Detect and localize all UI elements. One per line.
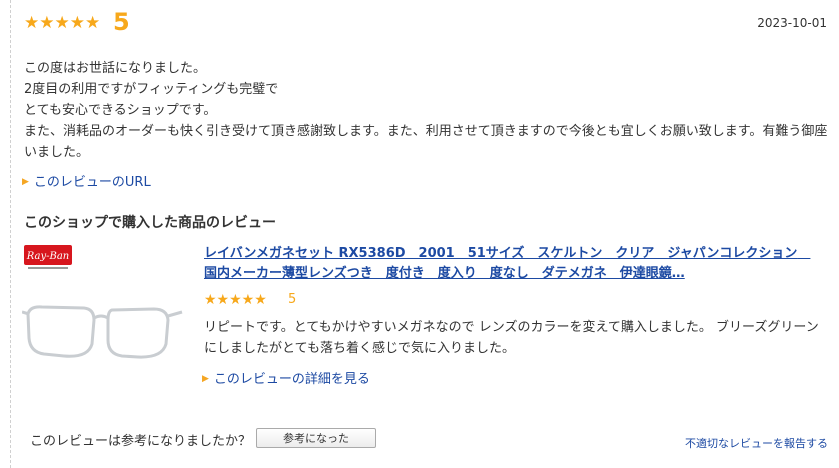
review-detail-link[interactable]: このレビューの詳細を見る [214,372,370,387]
review-line: とても安心できるショップです。 [24,103,217,118]
review-url-link[interactable]: このレビューのURL [34,175,151,190]
review-line: また、消耗品のオーダーも快く引き受けて頂き感謝致します。また、利用させて頂きます… [24,124,828,160]
review-line: 2度目の利用ですがフィッティングも完璧で [24,82,279,97]
product-review-text: リピートです。とてもかけやすいメガネなので レンズのカラーを変えて購入しました。… [204,320,819,356]
svg-text:Ray-Ban: Ray-Ban [26,251,70,262]
rayban-logo: Ray-Ban [24,245,72,269]
product-title-link[interactable]: レイバンメガネセット RX5386D 2001 51サイズ スケルトン クリア … [204,244,814,284]
triangle-bullet-icon: ▶ [22,177,29,187]
detail-link-row: ▶ このレビューの詳細を見る [202,370,370,389]
shop-reviews-heading: このショップで購入した商品のレビュー [24,215,276,231]
review-url-row: ▶ このレビューのURL [22,173,151,192]
helpful-question: このレビューは参考になりましたか？ [30,434,252,449]
helpful-button[interactable]: 参考になった [256,428,376,448]
review-date: 2023-10-01 [757,16,827,30]
review-line: この度はお世話になりました。 [24,61,207,76]
triangle-bullet-icon: ▶ [202,374,209,384]
product-rating-stars: ★★★★★ [204,292,267,308]
product-rating-value: 5 [288,292,297,307]
rating-stars: ★★★★★ [24,13,101,33]
glasses-product-image[interactable] [22,300,184,362]
review-body: この度はお世話になりました。 2度目の利用ですがフィッティングも完璧で とても安… [24,58,832,163]
rating-value: 5 [113,8,130,36]
report-review-link[interactable]: 不適切なレビューを報告する [685,435,828,451]
